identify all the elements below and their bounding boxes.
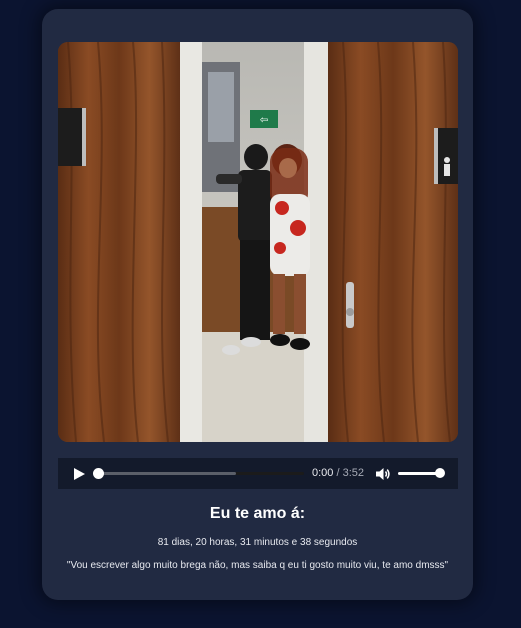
time-display: 0:00 / 3:52 [312,467,364,479]
play-icon[interactable] [72,467,86,481]
current-time: 0:00 [312,467,334,479]
duration: 3:52 [342,467,365,479]
volume-thumb[interactable] [435,468,445,478]
buffered-bar [98,472,236,475]
card-title: Eu te amo á: [209,505,306,522]
elapsed-counter: 81 dias, 20 horas, 31 minutos e 38 segun… [157,537,358,548]
audio-player: 0:00 / 3:52 [58,458,458,489]
time-separator: / [336,467,340,479]
couple-photo: ⇦ [58,42,458,442]
volume-icon[interactable] [375,466,391,482]
svg-text:⇦: ⇦ [260,115,268,126]
progress-thumb[interactable] [93,468,104,479]
progress-slider[interactable] [93,468,304,479]
love-message: "Vou escrever algo muito brega não, mas … [66,560,449,571]
memory-card: ⇦ 0:00 / 3:52 Eu te amo á: 81 dias, 20 h… [42,9,473,600]
volume-slider[interactable] [398,468,445,478]
